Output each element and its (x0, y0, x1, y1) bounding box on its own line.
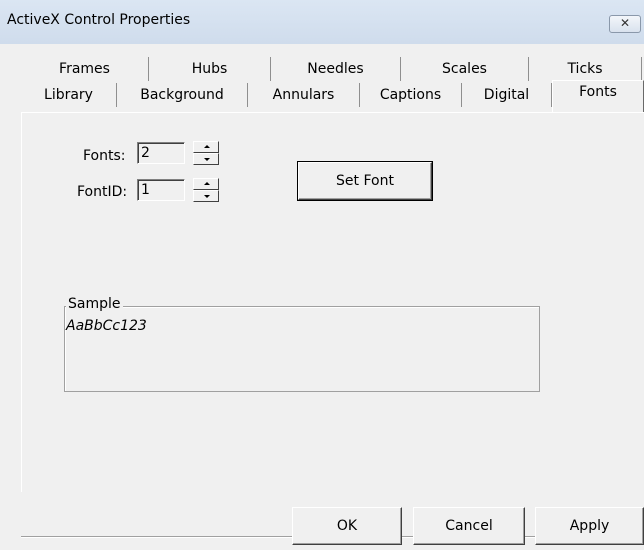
tab-background[interactable]: Background (117, 83, 248, 107)
tab-frames[interactable]: Frames (21, 57, 149, 81)
apply-button[interactable]: Apply (535, 507, 644, 545)
ok-button[interactable]: OK (292, 507, 402, 545)
fontid-label: FontID: (77, 184, 128, 200)
tab-hubs[interactable]: Hubs (149, 57, 271, 81)
fontid-spin-down[interactable] (193, 190, 219, 202)
arrow-down-icon (204, 158, 210, 161)
sample-text: AaBbCc123 (66, 318, 147, 334)
set-font-button[interactable]: Set Font (297, 161, 433, 201)
tab-scales[interactable]: Scales (401, 57, 529, 81)
fontid-spinner[interactable] (193, 178, 219, 202)
close-button[interactable]: ✕ (609, 15, 641, 33)
tab-annulars[interactable]: Annulars (248, 83, 360, 107)
fonts-spinner[interactable] (193, 141, 219, 165)
arrow-up-icon (204, 145, 210, 148)
arrow-down-icon (204, 195, 210, 198)
dialog-body: Frames Hubs Needles Scales Ticks Library… (0, 44, 644, 550)
tab-captions[interactable]: Captions (360, 83, 462, 107)
tab-needles[interactable]: Needles (271, 57, 401, 81)
fonts-spin-up[interactable] (193, 141, 219, 153)
tab-ticks[interactable]: Ticks (529, 57, 642, 81)
titlebar: ActiveX Control Properties ✕ (0, 0, 644, 44)
arrow-up-icon (204, 182, 210, 185)
fontid-spin-up[interactable] (193, 178, 219, 190)
window-title: ActiveX Control Properties (7, 12, 191, 28)
tab-library[interactable]: Library (21, 83, 117, 107)
fonts-label: Fonts: (83, 148, 126, 164)
close-icon: ✕ (619, 16, 631, 30)
sample-group-label: Sample (66, 296, 123, 312)
tab-fonts[interactable]: Fonts (552, 80, 644, 113)
tab-digital[interactable]: Digital (462, 83, 552, 107)
fontid-input[interactable]: 1 (137, 179, 185, 201)
fonts-spin-down[interactable] (193, 153, 219, 165)
fonts-input[interactable]: 2 (137, 142, 185, 164)
cancel-button[interactable]: Cancel (413, 507, 525, 545)
